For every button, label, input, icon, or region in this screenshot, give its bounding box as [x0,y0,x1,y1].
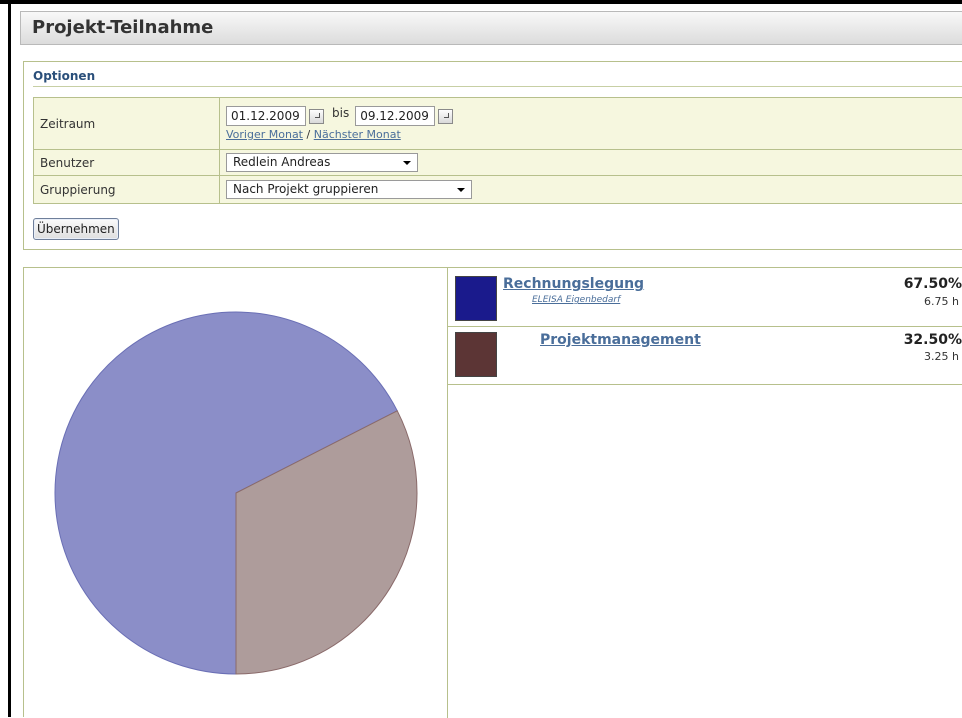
benutzer-label: Benutzer [34,150,220,176]
chevron-down-icon [457,188,465,192]
legend-percent: 67.50% [904,276,962,292]
range-separator: bis [332,106,349,120]
window-left-border [8,4,11,717]
gruppierung-label: Gruppierung [34,176,220,204]
date-from-input[interactable] [226,106,306,126]
legend-project-name[interactable]: Projektmanagement [540,332,701,348]
legend-project-sub[interactable]: ELEISA Eigenbedarf [532,295,620,305]
legend-percent: 32.50% [904,332,962,348]
gruppierung-cell: Nach Projekt gruppieren [220,176,962,204]
chevron-down-icon [403,161,411,165]
legend-row: Projektmanagement 32.50% 3.25 h [448,327,962,385]
calendar-icon[interactable] [309,109,324,124]
row-gruppierung: Gruppierung Nach Projekt gruppieren [34,176,962,204]
legend-hours: 3.25 h [924,350,959,363]
window-top-border [0,0,962,4]
pie-chart-area [24,268,448,718]
legend-swatch [455,332,497,377]
month-links: Voriger Monat / Nächster Monat [226,128,962,141]
options-divider [33,86,962,87]
zeitraum-cell: bis Voriger Monat / Nächster Monat [220,98,962,150]
row-zeitraum: Zeitraum bis Voriger Monat / Nächster Mo… [34,98,962,150]
zeitraum-label: Zeitraum [34,98,220,150]
link-separator: / [307,128,311,141]
date-to-input[interactable] [355,106,435,126]
calendar-icon[interactable] [438,109,453,124]
legend-hours: 6.75 h [924,295,959,308]
next-month-link[interactable]: Nächster Monat [314,128,401,141]
benutzer-cell: Redlein Andreas [220,150,962,176]
options-panel: Optionen Zeitraum bis Voriger Monat / Nä… [23,61,962,250]
pie-chart [24,268,447,718]
legend-project-name[interactable]: Rechnungslegung [503,276,644,292]
chart-panel: Rechnungslegung ELEISA Eigenbedarf 67.50… [23,267,962,717]
user-select[interactable]: Redlein Andreas [226,153,418,172]
options-title: Optionen [33,69,95,83]
row-benutzer: Benutzer Redlein Andreas [34,150,962,176]
options-table: Zeitraum bis Voriger Monat / Nächster Mo… [33,97,962,204]
apply-button[interactable]: Übernehmen [33,218,119,240]
previous-month-link[interactable]: Voriger Monat [226,128,303,141]
date-range: bis [226,106,962,126]
user-select-value: Redlein Andreas [233,155,330,169]
page-header: Projekt-Teilnahme [20,11,962,45]
legend-row: Rechnungslegung ELEISA Eigenbedarf 67.50… [448,268,962,327]
grouping-select-value: Nach Projekt gruppieren [233,182,378,196]
legend-swatch [455,276,497,321]
grouping-select[interactable]: Nach Projekt gruppieren [226,180,472,199]
legend: Rechnungslegung ELEISA Eigenbedarf 67.50… [448,268,962,385]
page-title: Projekt-Teilnahme [32,17,213,38]
